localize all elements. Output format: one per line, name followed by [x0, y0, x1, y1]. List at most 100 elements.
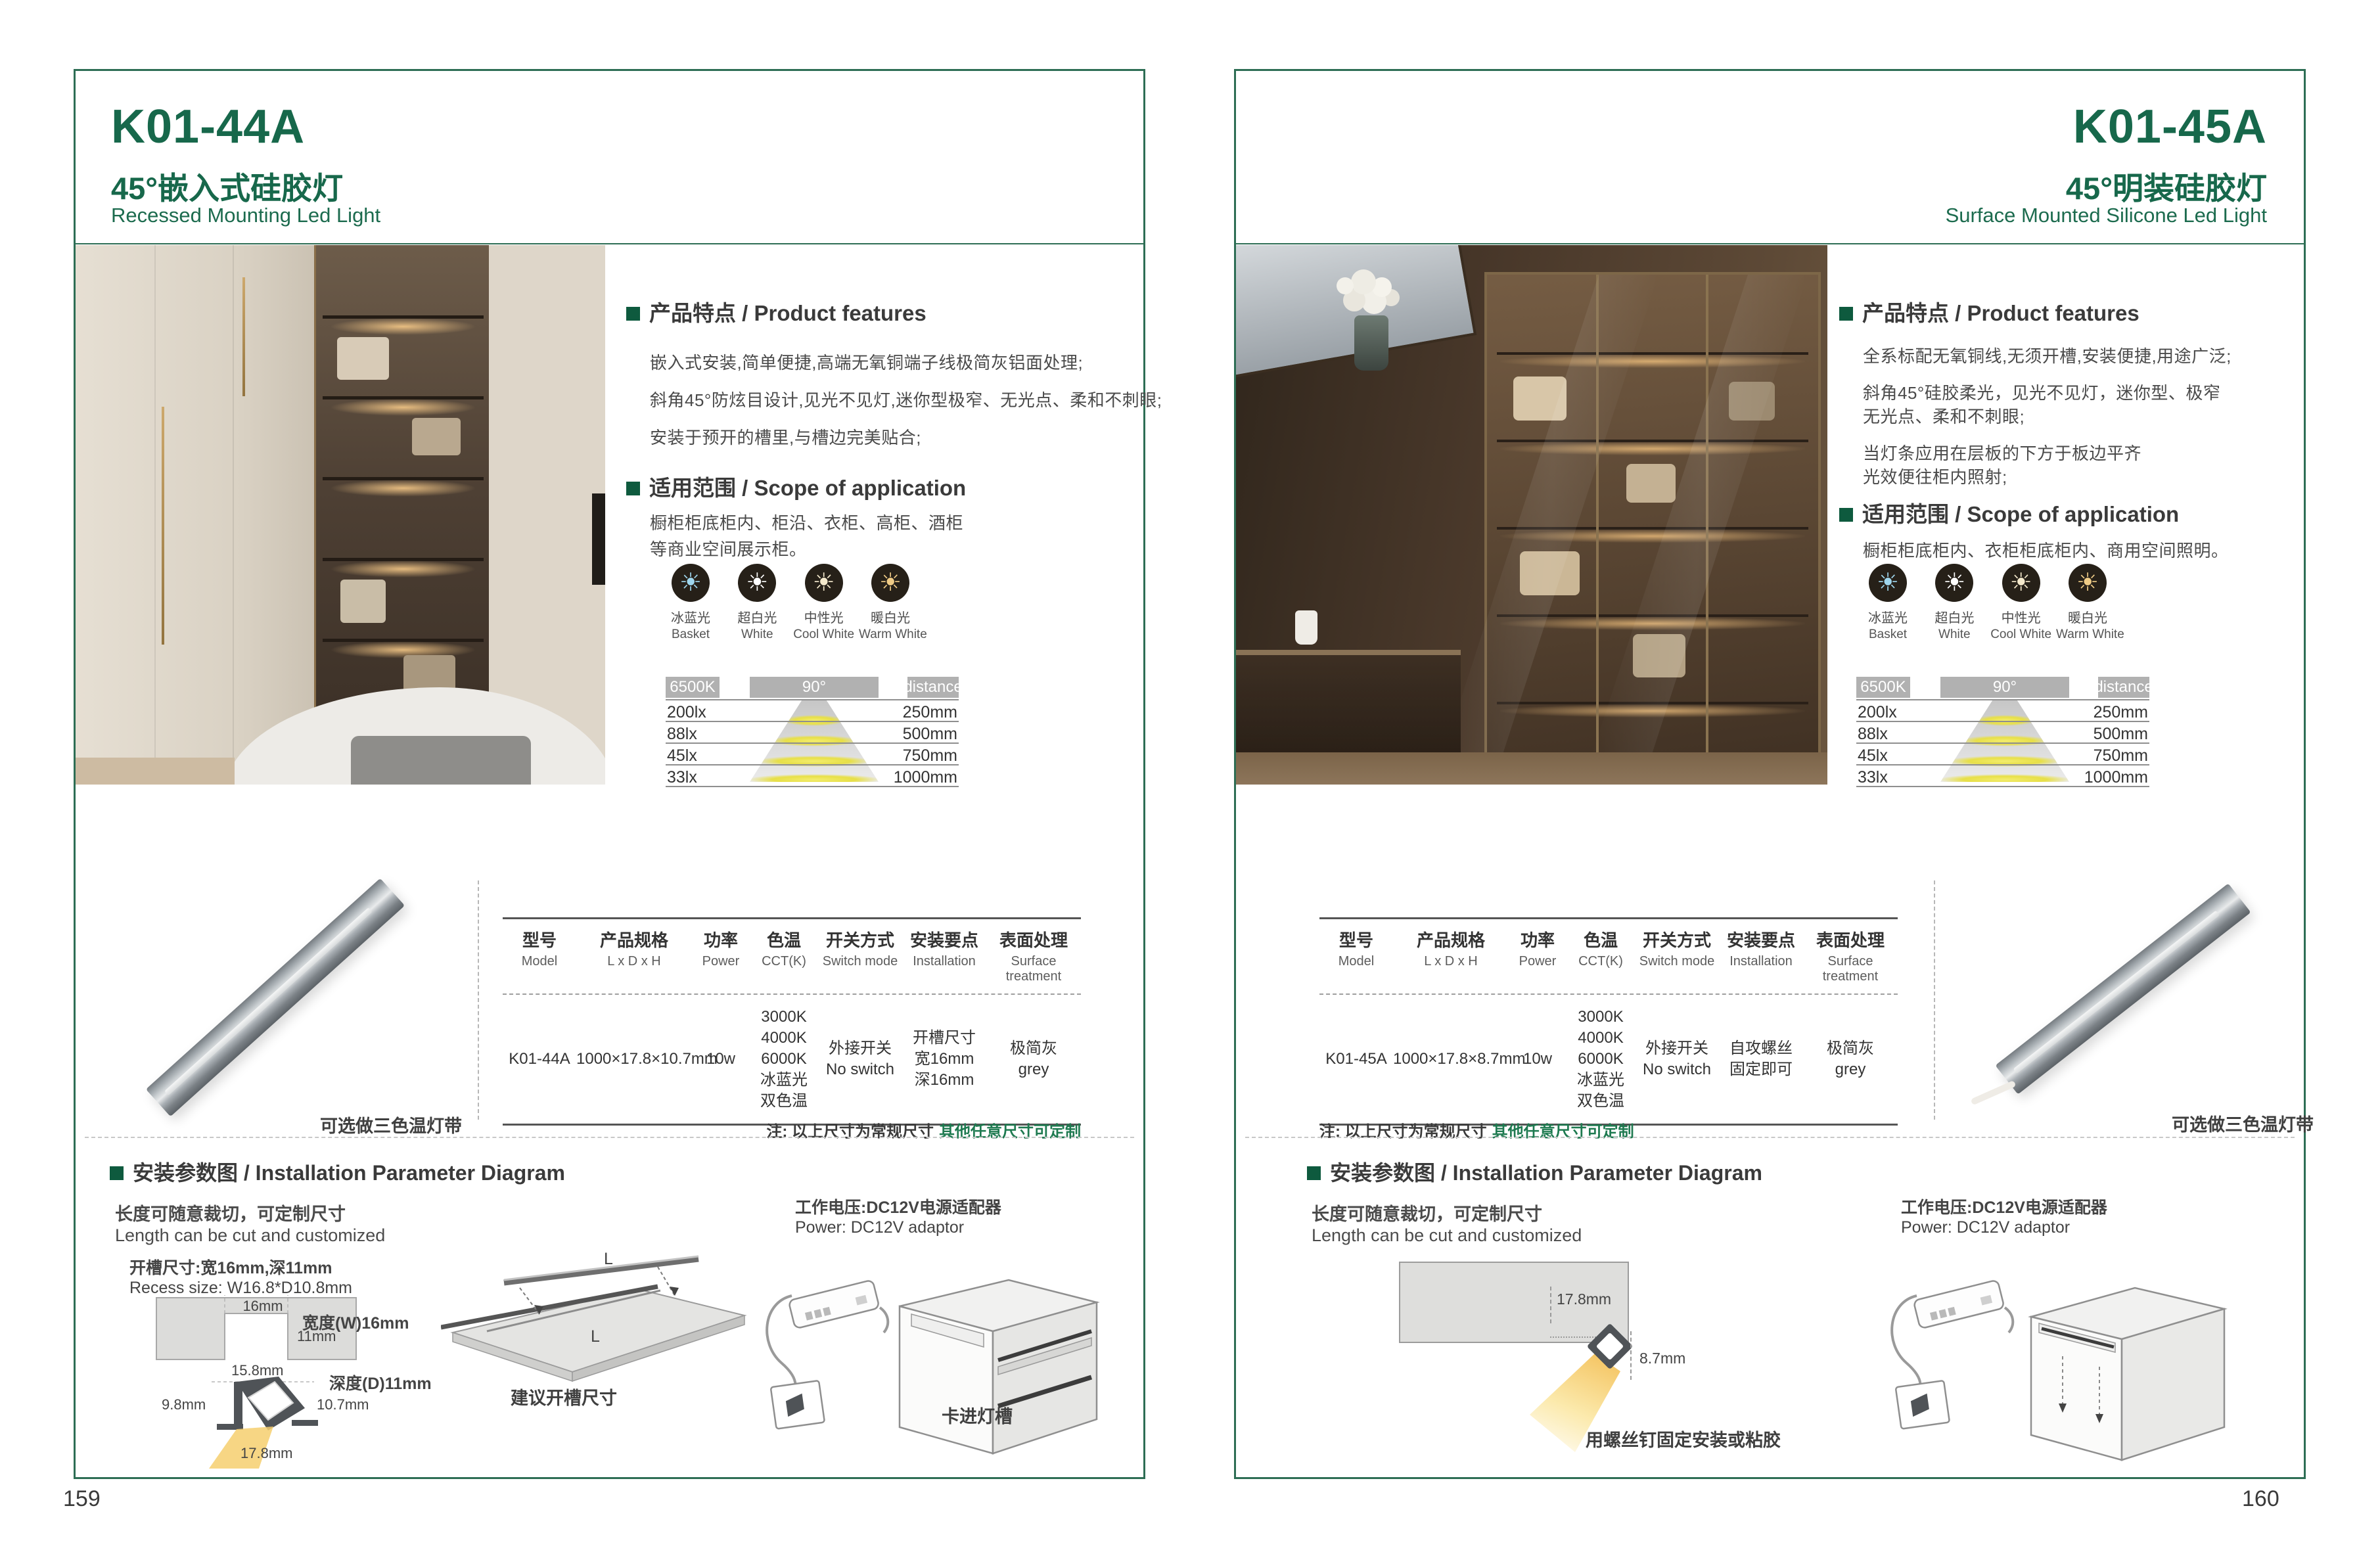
feature-line: 安装于预开的槽里,与槽边完美贴合; — [650, 424, 921, 449]
profile-caption: 可选做三色温灯带 — [320, 1112, 462, 1137]
light-distribution-chart: 6500K 90° distance 200lx250mm 88lx500mm … — [666, 677, 959, 786]
section-bullet-icon — [626, 482, 640, 495]
length-note-en: Length can be cut and customized — [1312, 1225, 1582, 1246]
length-note-cn: 长度可随意裁切，可定制尺寸 — [115, 1200, 346, 1225]
page-title: K01-45A — [2073, 100, 2267, 154]
page-number-right: 160 — [2242, 1486, 2279, 1512]
light-color-option: ☀ 中性光Cool White — [792, 564, 856, 642]
page-number-left: 159 — [63, 1486, 101, 1512]
beam-angle-bar: 90° — [750, 677, 879, 698]
header-divider — [1236, 243, 2304, 244]
dashed-separator — [1245, 1137, 2295, 1138]
distance-bar: distance — [907, 677, 959, 698]
cell-install: 开槽尺寸宽16mm深16mm — [902, 1028, 986, 1091]
light-color-option: ☀ 冰蓝光Basket — [1856, 564, 1919, 642]
profile-product-image — [2013, 894, 2253, 1084]
cell-surface: 极简灰grey — [1803, 1038, 1898, 1080]
board-width-label: 宽度(W)16mm — [302, 1310, 409, 1334]
cabinet-caption: 卡进灯槽 — [942, 1402, 1013, 1428]
feature-line: 斜角45°防炫目设计,见光不见灯,迷你型极窄、无光点、柔和不刺眼; — [650, 387, 1162, 411]
power-cable — [1970, 1080, 2016, 1105]
dim-label: 15.8mm — [231, 1362, 283, 1379]
cabinet-diagram — [885, 1262, 1102, 1459]
lux-row: 33lx1000mm — [1856, 764, 2149, 787]
cell-surface: 极简灰grey — [986, 1038, 1081, 1080]
install-heading: 安装参数图 / Installation Parameter Diagram — [110, 1156, 565, 1187]
light-color-options: ☀ 冰蓝光Basket ☀ 超白光White ☀ 中性光Cool White ☀… — [1856, 564, 2119, 642]
lux-row: 200lx250mm — [1856, 699, 2149, 721]
sun-icon: ☀ — [1869, 564, 1907, 602]
vertical-dashed-divider — [478, 880, 479, 1120]
floor — [76, 758, 235, 785]
power-note-cn: 工作电压:DC12V电源适配器 — [1901, 1195, 2107, 1218]
scope-line: 橱柜柜底柜内、衣柜柜底柜内、商用空间照明。 — [1863, 537, 2229, 562]
spec-table: 型号Model 产品规格L x D x H 功率Power 色温CCT(K) 开… — [1319, 917, 1898, 1126]
cell-size: 1000×17.8×8.7mm — [1393, 1049, 1509, 1070]
light-distribution-chart: 6500K 90° distance 200lx250mm 88lx500mm … — [1856, 677, 2149, 786]
distance-bar: distance — [2098, 677, 2149, 698]
floor — [1236, 752, 1827, 785]
bench-top — [1236, 650, 1461, 655]
gold-handle — [162, 407, 164, 644]
lux-row: 88lx500mm — [1856, 721, 2149, 742]
spec-table-header: 型号Model 产品规格L x D x H 功率Power 色温CCT(K) 开… — [1319, 919, 1898, 995]
cabinet-diagram — [2022, 1271, 2230, 1465]
feature-line: 光效便往柜内照射; — [1863, 464, 2007, 488]
cell-power: 10w — [1509, 1049, 1567, 1070]
spec-table-header: 型号Model 产品规格L x D x H 功率Power 色温CCT(K) 开… — [503, 919, 1081, 995]
light-color-option: ☀ 暖白光Warm White — [2056, 564, 2119, 642]
section-bullet-icon — [1839, 508, 1853, 522]
light-color-options: ☀ 冰蓝光Basket ☀ 超白光White ☀ 中性光Cool White ☀… — [659, 564, 922, 642]
dim-label: 8.7mm — [1639, 1350, 1685, 1367]
dim-label: 17.8mm — [1557, 1290, 1611, 1308]
dim-guide — [1630, 1331, 1632, 1380]
bed-throw — [351, 736, 531, 785]
power-note-en: Power: DC12V adaptor — [795, 1218, 964, 1237]
lux-row: 33lx1000mm — [666, 764, 959, 787]
dim-label: 9.8mm — [162, 1396, 206, 1413]
lux-row: 45lx750mm — [666, 742, 959, 764]
page-title: K01-44A — [111, 100, 305, 154]
cct-bar: 6500K — [666, 677, 720, 698]
white-vase — [1295, 610, 1317, 645]
tv-screen — [592, 493, 605, 585]
spec-table: 型号Model 产品规格L x D x H 功率Power 色温CCT(K) 开… — [503, 917, 1081, 1126]
vertical-dashed-divider — [1934, 880, 1935, 1120]
features-heading: 产品特点 / Product features — [626, 296, 927, 327]
section-bullet-icon — [626, 307, 640, 321]
sun-icon: ☀ — [2002, 564, 2040, 602]
install-heading: 安装参数图 / Installation Parameter Diagram — [1307, 1156, 1762, 1187]
scope-heading: 适用范围 / Scope of application — [1839, 497, 2179, 528]
wardrobe-panels — [76, 245, 314, 785]
product-title-en: Surface Mounted Silicone Led Light — [1946, 204, 2267, 227]
product-title-cn: 45°嵌入式硅胶灯 — [111, 163, 343, 208]
length-note-cn: 长度可随意裁切，可定制尺寸 — [1312, 1200, 1542, 1225]
product-photo-closet — [1236, 245, 1827, 785]
cell-switch: 外接开关No switch — [818, 1038, 902, 1080]
recess-size-cn: 开槽尺寸:宽16mm,深11mm — [129, 1255, 332, 1279]
lux-row: 88lx500mm — [666, 721, 959, 742]
lux-row: 200lx250mm — [666, 699, 959, 721]
dim-label: 10.7mm — [317, 1396, 369, 1413]
scope-line: 橱柜柜底柜内、柜沿、衣柜、高柜、酒柜 — [650, 510, 963, 534]
product-title-en: Recessed Mounting Led Light — [111, 204, 380, 227]
sun-icon: ☀ — [672, 564, 710, 602]
feature-line: 斜角45°硅胶柔光，见光不见灯，迷你型、极窄 — [1863, 380, 2220, 404]
header-divider — [76, 243, 1143, 244]
light-color-option: ☀ 中性光Cool White — [1990, 564, 2053, 642]
section-bullet-icon — [1307, 1166, 1321, 1180]
feature-line: 全系标配无氧铜线,无须开槽,安装便捷,用途广泛; — [1863, 343, 2231, 367]
vase — [1354, 315, 1388, 371]
catalog-page-left: K01-44A 45°嵌入式硅胶灯 Recessed Mounting Led … — [74, 69, 1145, 1479]
cell-cct: 3000K4000K6000K冰蓝光双色温 — [1567, 1007, 1635, 1112]
power-adaptor-diagram — [758, 1264, 896, 1435]
features-heading: 产品特点 / Product features — [1839, 296, 2140, 327]
light-color-option: ☀ 冰蓝光Basket — [659, 564, 722, 642]
power-adaptor-diagram — [1883, 1264, 2021, 1435]
spec-table-row: K01-44A 1000×17.8×10.7mm 10w 3000K4000K6… — [503, 995, 1081, 1124]
feature-line: 无光点、柔和不刺眼; — [1863, 403, 2025, 428]
power-note-en: Power: DC12V adaptor — [1901, 1218, 2070, 1237]
sun-icon: ☀ — [2069, 564, 2107, 602]
cell-model: K01-45A — [1319, 1049, 1393, 1070]
product-title-cn: 45°明装硅胶灯 — [2066, 163, 2267, 208]
